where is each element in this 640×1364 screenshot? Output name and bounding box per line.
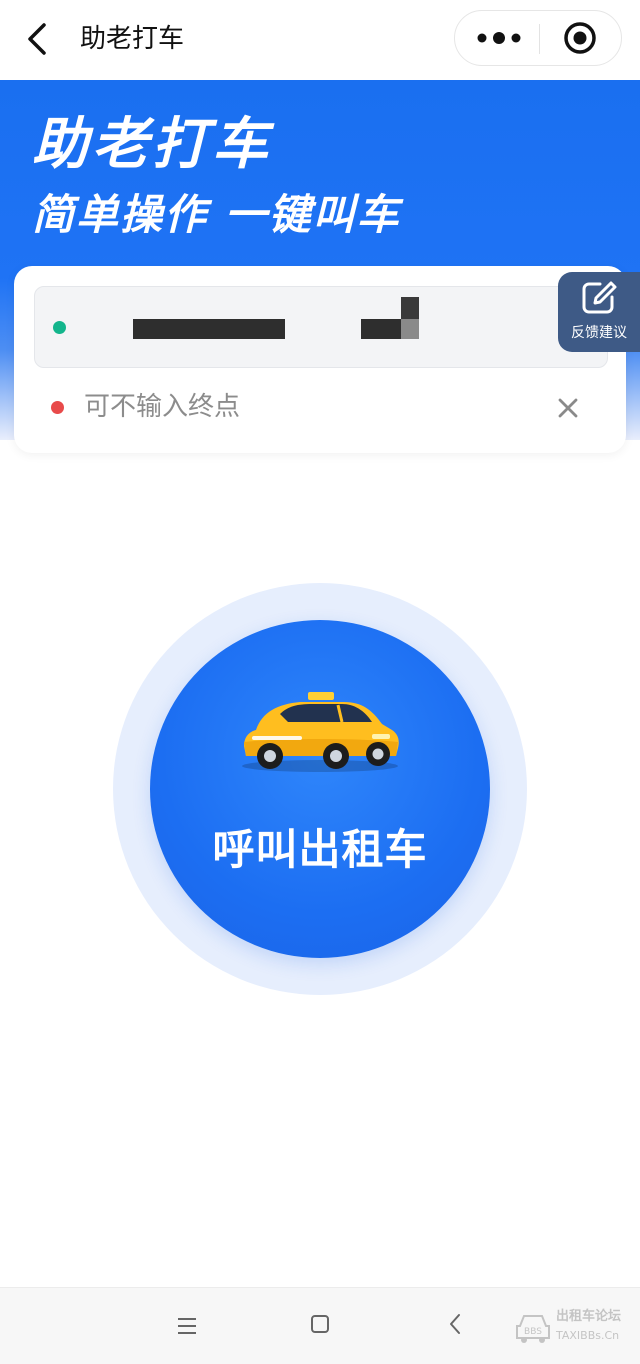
svg-text:BBS: BBS (524, 1327, 542, 1337)
top-nav-bar: 助老打车 (0, 0, 640, 80)
masked-address-text (401, 297, 419, 319)
destination-input[interactable]: 可不输入终点 (84, 388, 240, 426)
call-taxi-button[interactable]: 呼叫出租车 (150, 620, 490, 958)
menu-icon[interactable] (176, 1316, 198, 1336)
close-icon[interactable] (554, 394, 582, 422)
target-circle-icon[interactable] (563, 21, 597, 55)
chevron-left-icon[interactable] (24, 22, 52, 56)
masked-address-text (361, 319, 401, 339)
mini-program-capsule (454, 10, 622, 66)
call-taxi-label: 呼叫出租车 (212, 825, 428, 874)
more-dots-icon[interactable] (475, 25, 523, 51)
start-dot-icon (53, 321, 66, 334)
watermark-logo-icon: BBS (516, 1315, 550, 1343)
end-dot-icon (51, 401, 64, 414)
banner-subtitle: 简单操作 一键叫车 (32, 190, 401, 239)
banner-title: 助老打车 (32, 112, 272, 177)
home-square-icon[interactable] (310, 1314, 330, 1334)
masked-address-text (133, 319, 285, 339)
watermark-en-text: TAXIBBs.Cn (556, 1329, 620, 1342)
feedback-button[interactable]: 反馈建议 (558, 272, 640, 352)
route-card: 可不输入终点 (14, 266, 626, 453)
page-title: 助老打车 (80, 24, 185, 54)
edit-icon (582, 281, 617, 314)
start-location-field[interactable] (34, 286, 608, 368)
taxi-icon (242, 692, 399, 772)
feedback-label: 反馈建议 (571, 325, 627, 341)
watermark: BBS 出租车论坛 TAXIBBs.Cn (514, 1306, 634, 1350)
capsule-divider (539, 24, 540, 54)
back-arrow-icon[interactable] (448, 1312, 462, 1336)
masked-address-text (401, 319, 419, 339)
system-nav-bar: BBS 出租车论坛 TAXIBBs.Cn (0, 1287, 640, 1364)
watermark-cn-text: 出租车论坛 (556, 1309, 622, 1324)
